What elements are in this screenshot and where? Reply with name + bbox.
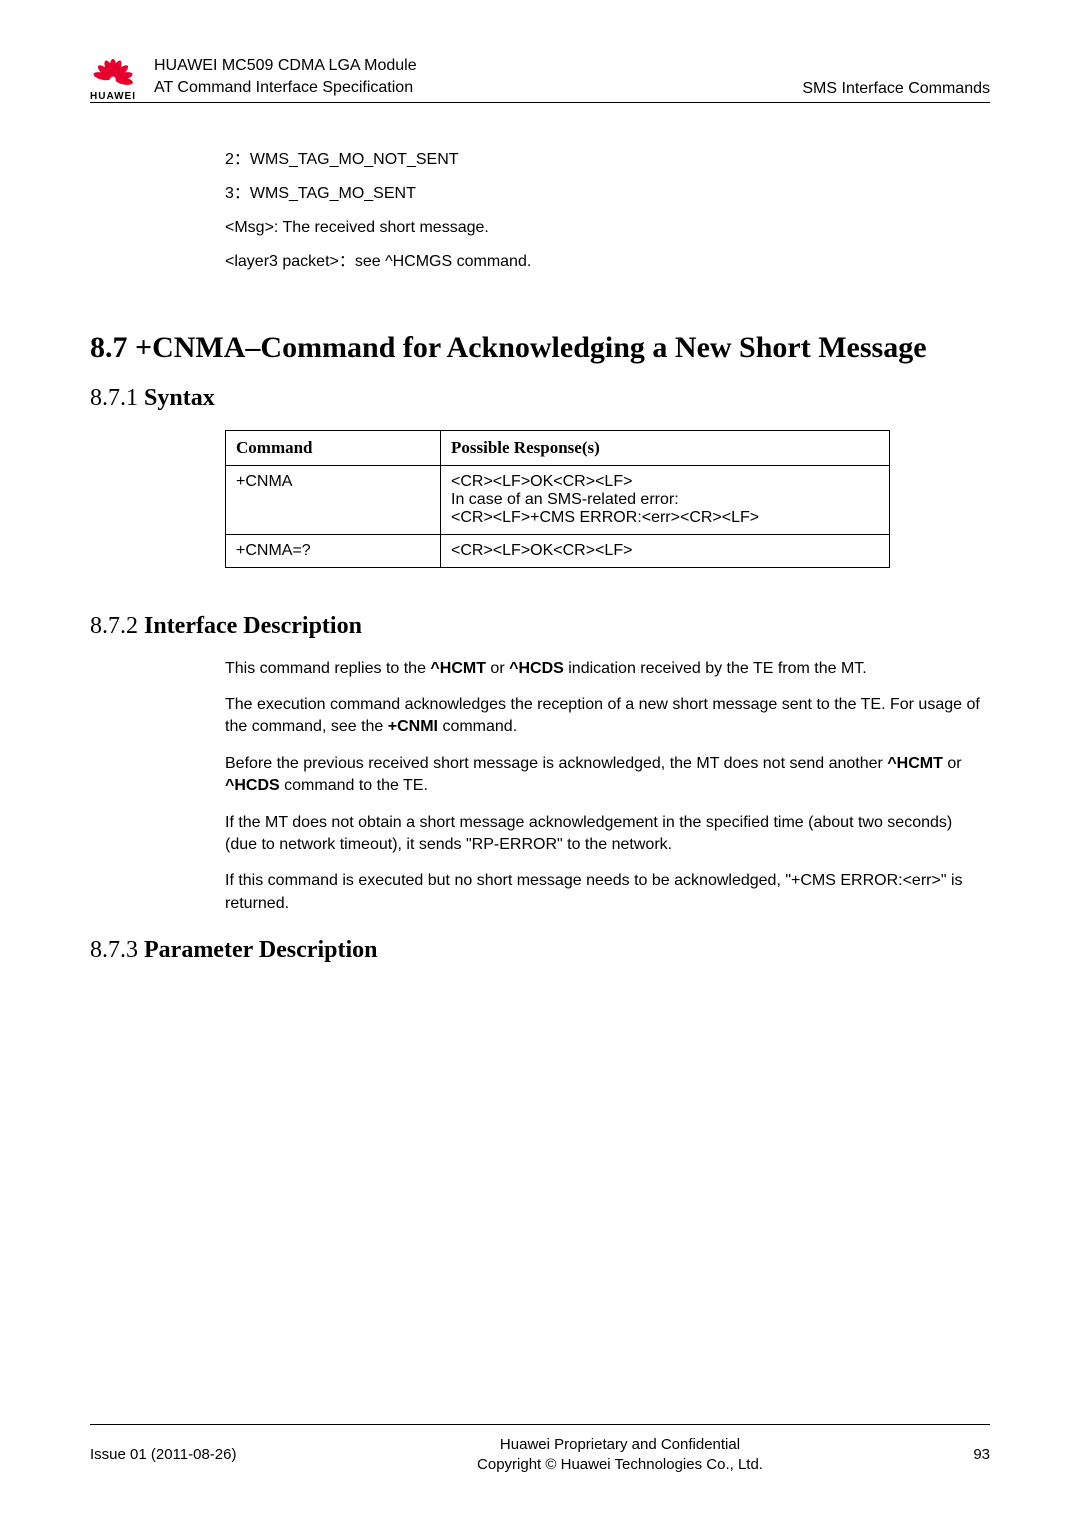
interface-p4: If the MT does not obtain a short messag… — [225, 812, 980, 857]
header-chapter: SMS Interface Commands — [802, 80, 990, 100]
header-title-line1: HUAWEI MC509 CDMA LGA Module — [154, 55, 802, 77]
header-title-line2: AT Command Interface Specification — [154, 77, 802, 99]
subsection-8-7-3: 8.7.3 Parameter Description — [90, 937, 990, 964]
logo-text: HUAWEI — [90, 91, 136, 102]
syntax-table: Command Possible Response(s) +CNMA <CR><… — [225, 430, 890, 568]
footer-copyright: Huawei Proprietary and Confidential Copy… — [310, 1435, 930, 1476]
col-header-command: Command — [226, 430, 441, 465]
subsection-8-7-1: 8.7.1 Syntax — [90, 385, 990, 412]
subsection-title: Interface Description — [144, 613, 362, 639]
pre-line-3: <Msg>: The received short message. — [225, 216, 990, 240]
cell-response: <CR><LF>OK<CR><LF> In case of an SMS-rel… — [441, 465, 890, 534]
resp-line: In case of an SMS-related error: — [451, 491, 879, 509]
table-row: +CNMA <CR><LF>OK<CR><LF> In case of an S… — [226, 465, 890, 534]
col-header-response: Possible Response(s) — [441, 430, 890, 465]
cell-command: +CNMA=? — [226, 534, 441, 567]
page-footer: Issue 01 (2011-08-26) Huawei Proprietary… — [90, 1424, 990, 1476]
footer-page-number: 93 — [930, 1446, 990, 1463]
footer-issue: Issue 01 (2011-08-26) — [90, 1446, 310, 1463]
cell-command: +CNMA — [226, 465, 441, 534]
subsection-num: 8.7.2 — [90, 613, 144, 639]
interface-p5: If this command is executed but no short… — [225, 870, 980, 915]
resp-line: <CR><LF>OK<CR><LF> — [451, 473, 879, 491]
subsection-8-7-2: 8.7.2 Interface Description — [90, 613, 990, 640]
subsection-title: Syntax — [144, 385, 215, 411]
section-heading-8-7: 8.7 +CNMA–Command for Acknowledging a Ne… — [90, 329, 990, 367]
resp-line: <CR><LF>+CMS ERROR:<err><CR><LF> — [451, 509, 879, 527]
pre-line-1: 2：WMS_TAG_MO_NOT_SENT — [225, 148, 990, 172]
pre-line-2: 3：WMS_TAG_MO_SENT — [225, 182, 990, 206]
header-titles: HUAWEI MC509 CDMA LGA Module AT Command … — [154, 55, 802, 100]
subsection-num: 8.7.1 — [90, 385, 144, 411]
subsection-num: 8.7.3 — [90, 937, 144, 963]
interface-description: This command replies to the ^HCMT or ^HC… — [90, 658, 990, 916]
cell-response: <CR><LF>OK<CR><LF> — [441, 534, 890, 567]
huawei-logo: HUAWEI — [90, 57, 136, 102]
table-row: +CNMA=? <CR><LF>OK<CR><LF> — [226, 534, 890, 567]
interface-p2: The execution command acknowledges the r… — [225, 694, 980, 739]
pre-line-4: <layer3 packet>：see ^HCMGS command. — [225, 250, 990, 274]
pre-section-content: 2：WMS_TAG_MO_NOT_SENT 3：WMS_TAG_MO_SENT … — [90, 103, 990, 274]
page-header: HUAWEI HUAWEI MC509 CDMA LGA Module AT C… — [90, 55, 990, 103]
table-header-row: Command Possible Response(s) — [226, 430, 890, 465]
huawei-petal-icon — [92, 57, 134, 89]
interface-p1: This command replies to the ^HCMT or ^HC… — [225, 658, 980, 680]
interface-p3: Before the previous received short messa… — [225, 753, 980, 798]
subsection-title: Parameter Description — [144, 937, 377, 963]
